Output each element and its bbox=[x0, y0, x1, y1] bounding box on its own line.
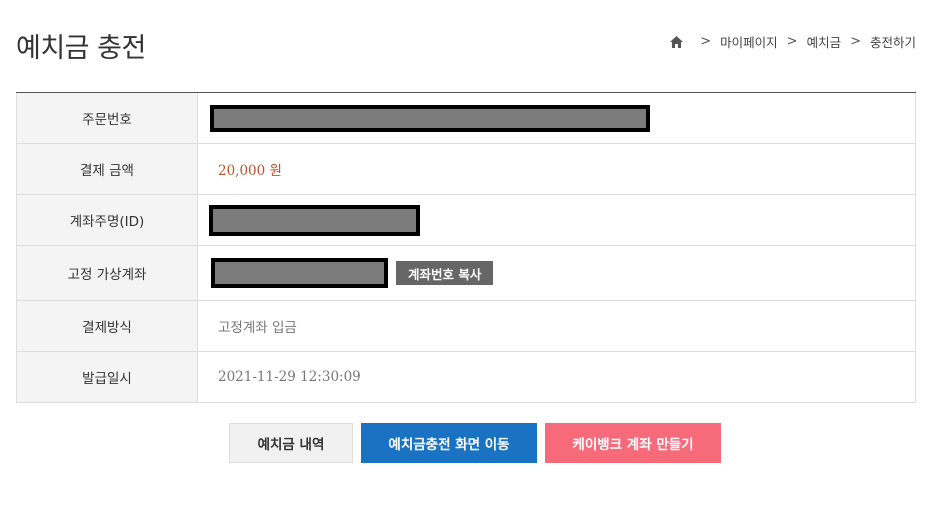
page-title: 예치금 충전 bbox=[16, 33, 146, 64]
table-row: 주문번호 bbox=[16, 93, 916, 144]
table-row: 결제방식 고정계좌 입금 bbox=[16, 301, 916, 352]
redacted-virtual-account bbox=[211, 258, 388, 288]
payment-method-value: 고정계좌 입금 bbox=[218, 320, 297, 336]
virtual-account-label: 고정 가상계좌 bbox=[17, 246, 198, 300]
copy-account-number-button[interactable]: 계좌번호 복사 bbox=[396, 261, 494, 285]
breadcrumb-separator: > bbox=[700, 34, 712, 49]
account-holder-label: 계좌주명(ID) bbox=[17, 195, 198, 245]
charge-info-table: 주문번호 결제 금액 20,000 원 계좌주명(ID) 고정 가상계좌 계좌번… bbox=[16, 92, 916, 403]
redacted-order-number bbox=[210, 104, 650, 132]
table-row: 계좌주명(ID) bbox=[16, 195, 916, 246]
deposit-history-button[interactable]: 예치금 내역 bbox=[229, 423, 353, 463]
payment-amount-label: 결제 금액 bbox=[17, 144, 198, 194]
breadcrumb-separator: > bbox=[786, 34, 798, 49]
breadcrumb-charge: 충전하기 bbox=[869, 35, 916, 50]
table-row: 고정 가상계좌 계좌번호 복사 bbox=[16, 246, 916, 301]
issued-at-label: 발급일시 bbox=[17, 352, 198, 402]
home-icon[interactable] bbox=[669, 35, 683, 48]
breadcrumb-separator: > bbox=[850, 34, 861, 49]
payment-amount-value: 20,000 원 bbox=[218, 163, 282, 179]
table-row: 결제 금액 20,000 원 bbox=[16, 144, 916, 195]
breadcrumb-deposit[interactable]: 예치금 bbox=[807, 32, 842, 51]
redacted-account-holder bbox=[209, 204, 420, 236]
action-buttons: 예치금 내역 예치금충전 화면 이동 케이뱅크 계좌 만들기 bbox=[0, 423, 950, 463]
breadcrumb: > 마이페이지 > 예치금 > 충전하기 bbox=[669, 32, 916, 51]
go-to-charge-button[interactable]: 예치금충전 화면 이동 bbox=[361, 423, 537, 463]
table-row: 발급일시 2021-11-29 12:30:09 bbox=[16, 352, 916, 403]
issued-at-value: 2021-11-29 12:30:09 bbox=[218, 369, 361, 385]
order-number-label: 주문번호 bbox=[17, 93, 198, 143]
kbank-account-button[interactable]: 케이뱅크 계좌 만들기 bbox=[545, 423, 721, 463]
breadcrumb-mypage[interactable]: 마이페이지 bbox=[720, 32, 778, 51]
payment-method-label: 결제방식 bbox=[17, 301, 198, 351]
